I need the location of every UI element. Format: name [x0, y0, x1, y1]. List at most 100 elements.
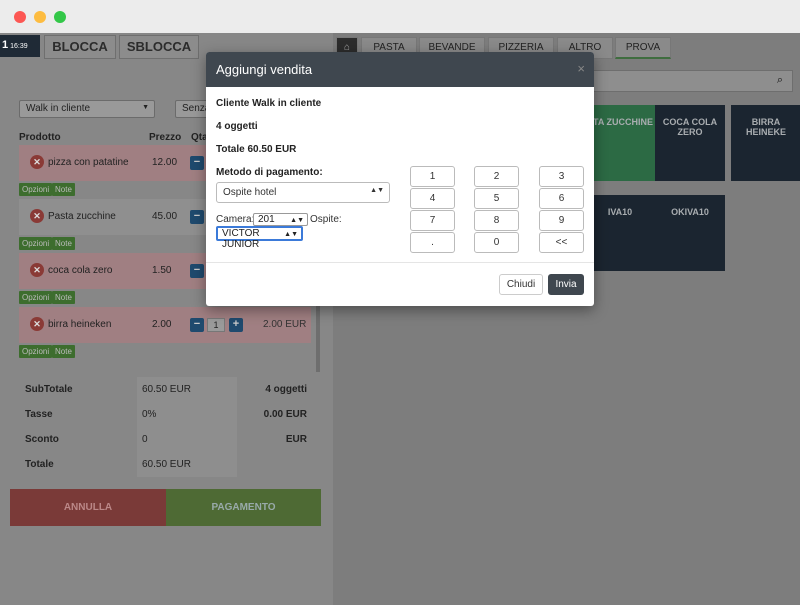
customer-select-value: Walk in cliente [26, 103, 91, 114]
close-window-button[interactable] [14, 11, 26, 23]
total-line: Totale 60.50 EUR [216, 144, 297, 155]
note-button[interactable]: Note [52, 183, 75, 196]
decrease-qty-button[interactable]: − [190, 264, 204, 278]
dialog-title: Aggiungi vendita [216, 62, 313, 77]
discount-unit: EUR [285, 434, 307, 445]
keypad-6[interactable]: 6 [539, 188, 584, 209]
tax-label: Tasse [25, 409, 53, 420]
search-icon: ⌕ [776, 74, 783, 86]
keypad-1[interactable]: 1 [410, 166, 455, 187]
guest-select[interactable]: VICTOR JUNIOR ▲▼ [216, 226, 303, 250]
payment-method-select[interactable]: Ospite hotel ▲▼ [216, 182, 390, 203]
product-price: 2.00 [152, 319, 172, 330]
order-summary: SubTotale 60.50 EUR 4 oggetti Tasse 0% 0… [19, 373, 311, 477]
col-product: Prodotto [19, 132, 61, 143]
increase-qty-button[interactable]: + [229, 318, 243, 332]
payment-method-value: Ospite hotel [223, 187, 277, 198]
keypad-7[interactable]: 7 [410, 210, 455, 231]
remove-icon[interactable]: ✕ [30, 155, 44, 169]
items-line: 4 oggetti [216, 121, 258, 132]
tax-row: Tasse 0% 0.00 EUR [19, 402, 311, 427]
customer-line: Cliente Walk in cliente [216, 98, 322, 109]
product-price: 45.00 [152, 211, 178, 222]
keypad-0[interactable]: 0 [474, 232, 519, 253]
lock-button[interactable]: BLOCCA [44, 35, 116, 59]
note-button[interactable]: Note [52, 345, 75, 358]
keypad-backspace[interactable]: << [539, 232, 584, 253]
dialog-header: Aggiungi vendita × [206, 52, 594, 87]
discount-row: Sconto 0 EUR [19, 427, 311, 452]
payment-button[interactable]: PAGAMENTO [166, 489, 321, 526]
table-row: ✕ birra heineken 2.00 − 1 + 2.00 EUR [19, 307, 311, 343]
product-tile[interactable]: BIRRA HEINEKE [731, 105, 800, 181]
keypad-9[interactable]: 9 [539, 210, 584, 231]
decrease-qty-button[interactable]: − [190, 210, 204, 224]
product-tile[interactable]: IVA10 [585, 195, 655, 271]
tax-amount: 0.00 EUR [263, 409, 307, 420]
send-button[interactable]: Invia [548, 274, 584, 295]
options-button[interactable]: Opzioni [19, 345, 53, 358]
subtotal-row: SubTotale 60.50 EUR 4 oggetti [19, 377, 311, 402]
product-total: 2.00 EUR [263, 319, 307, 330]
product-price: 12.00 [152, 157, 178, 168]
clock-big: 1 [2, 39, 9, 51]
items-count: 4 oggetti [265, 384, 307, 395]
product-name: coca cola zero [48, 265, 113, 276]
close-button[interactable]: Chiudi [499, 274, 543, 295]
remove-icon[interactable]: ✕ [30, 209, 44, 223]
subtotal-value: 60.50 EUR [137, 377, 237, 402]
keypad-2[interactable]: 2 [474, 166, 519, 187]
product-tile[interactable]: STA ZUCCHINE [585, 105, 655, 181]
clock-badge: 1 16:39 [0, 35, 40, 57]
note-button[interactable]: Note [52, 237, 75, 250]
maximize-window-button[interactable] [54, 11, 66, 23]
window-titlebar [0, 0, 800, 33]
qty-input[interactable]: 1 [207, 318, 225, 332]
decrease-qty-button[interactable]: − [190, 318, 204, 332]
keypad-dot[interactable]: . [410, 232, 455, 253]
chevron-down-icon: ▼ [142, 104, 149, 111]
guest-label: Ospite: [310, 214, 342, 225]
unlock-button[interactable]: SBLOCCA [119, 35, 199, 59]
updown-arrows-icon: ▲▼ [370, 187, 384, 194]
remove-icon[interactable]: ✕ [30, 317, 44, 331]
product-name: pizza con patatine [48, 157, 129, 168]
keypad-3[interactable]: 3 [539, 166, 584, 187]
note-button[interactable]: Note [52, 291, 75, 304]
dialog-divider [206, 262, 594, 263]
search-input[interactable]: ⌕ [593, 70, 793, 92]
product-name: Pasta zucchine [48, 211, 116, 222]
updown-arrows-icon: ▲▼ [284, 231, 298, 238]
discount-value[interactable]: 0 [137, 427, 237, 452]
clock-small: 16:39 [10, 43, 28, 50]
updown-arrows-icon: ▲▼ [290, 217, 304, 224]
total-label: Totale [25, 459, 54, 470]
product-tile[interactable]: COCA COLA ZERO [655, 105, 725, 181]
product-tile[interactable]: OKIVA10 [655, 195, 725, 271]
decrease-qty-button[interactable]: − [190, 156, 204, 170]
keypad-8[interactable]: 8 [474, 210, 519, 231]
customer-select[interactable]: Walk in cliente ▼ [19, 100, 155, 118]
room-select[interactable]: 201 ▲▼ [253, 213, 308, 226]
product-price: 1.50 [152, 265, 172, 276]
keypad-4[interactable]: 4 [410, 188, 455, 209]
options-button[interactable]: Opzioni [19, 291, 53, 304]
minimize-window-button[interactable] [34, 11, 46, 23]
tax-value: 0% [137, 402, 237, 427]
options-button[interactable]: Opzioni [19, 183, 53, 196]
room-value: 201 [258, 214, 275, 225]
subtotal-label: SubTotale [25, 384, 73, 395]
cancel-button[interactable]: ANNULLA [10, 489, 166, 526]
col-price: Prezzo [149, 132, 182, 143]
tab-prova[interactable]: PROVA [615, 37, 671, 59]
keypad-5[interactable]: 5 [474, 188, 519, 209]
discount-label: Sconto [25, 434, 59, 445]
total-row: Totale 60.50 EUR [19, 452, 311, 477]
product-name: birra heineken [48, 319, 112, 330]
guest-value: VICTOR JUNIOR [222, 228, 260, 250]
options-button[interactable]: Opzioni [19, 237, 53, 250]
total-value: 60.50 EUR [137, 452, 237, 477]
close-icon[interactable]: × [577, 61, 585, 76]
remove-icon[interactable]: ✕ [30, 263, 44, 277]
payment-method-label: Metodo di pagamento: [216, 167, 323, 178]
